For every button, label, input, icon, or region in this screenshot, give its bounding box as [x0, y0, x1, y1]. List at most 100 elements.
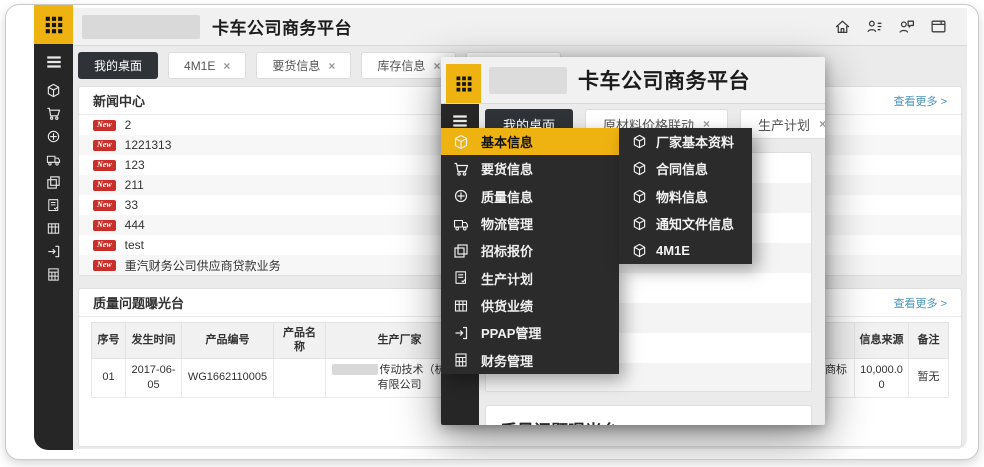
target-icon[interactable]	[46, 129, 61, 144]
truck-icon	[441, 216, 481, 232]
menu-label: 财务管理	[481, 351, 533, 370]
news-text: 重汽财务公司供应商贷款业务	[125, 257, 281, 274]
cube-icon	[632, 189, 647, 204]
cell-info-source: 10,000.00	[855, 358, 909, 398]
submenu-item-factory-basic[interactable]: 厂家基本资料	[619, 128, 752, 155]
target-icon	[441, 188, 481, 204]
menu-item-ppap[interactable]: PPAP管理	[441, 319, 619, 346]
news-text: 211	[125, 178, 144, 192]
menu-label: 要货信息	[481, 159, 533, 178]
export-icon[interactable]	[46, 244, 61, 259]
tab-label: 我的桌面	[94, 57, 142, 74]
popup-quality-panel: 质量问题曝光台	[485, 405, 812, 425]
tab-demand-info[interactable]: 要货信息 ×	[256, 52, 351, 79]
redacted-manufacturer-prefix	[332, 364, 378, 375]
new-badge: New	[93, 200, 116, 211]
column-header: 信息来源	[855, 323, 909, 359]
app-logo[interactable]	[34, 5, 73, 44]
menu-label: 质量信息	[481, 187, 533, 206]
grid-icon	[441, 298, 481, 314]
menu-item-basic-info[interactable]: 基本信息	[441, 128, 619, 155]
window-icon[interactable]	[930, 18, 947, 35]
popup-submenu: 厂家基本资料 合同信息 物料信息 通知文件信息 4M1E	[619, 128, 752, 264]
column-header: 发生时间	[126, 323, 182, 359]
menu-item-quality-info[interactable]: 质量信息	[441, 183, 619, 210]
home-icon[interactable]	[834, 18, 851, 35]
cube-icon	[632, 134, 647, 149]
cube-icon	[632, 243, 647, 258]
news-text: test	[125, 238, 144, 252]
submenu-item-material-info[interactable]: 物料信息	[619, 182, 752, 209]
popup-main-menu: 基本信息 要货信息 质量信息 物流管理 招标报价 生产计划	[441, 128, 619, 374]
menu-label: 基本信息	[481, 132, 533, 151]
submenu-label: 4M1E	[656, 243, 690, 258]
cart-icon[interactable]	[46, 106, 61, 121]
column-header: 产品编号	[182, 323, 274, 359]
menu-item-bidding[interactable]: 招标报价	[441, 237, 619, 264]
submenu-label: 物料信息	[656, 187, 708, 206]
new-badge: New	[93, 220, 116, 231]
menu-item-production-plan[interactable]: 生产计划	[441, 265, 619, 292]
calculator-icon[interactable]	[46, 267, 61, 282]
grid-icon[interactable]	[46, 221, 61, 236]
popup-title: 卡车公司商务平台	[578, 65, 750, 95]
popup-header: 卡车公司商务平台	[441, 57, 825, 104]
submenu-item-notice-files[interactable]: 通知文件信息	[619, 210, 752, 237]
close-icon[interactable]: ×	[328, 60, 335, 72]
submenu-item-4m1e[interactable]: 4M1E	[619, 237, 752, 264]
new-badge: New	[93, 180, 116, 191]
redacted-company-name	[489, 67, 567, 94]
tab-label: 生产计划	[758, 115, 810, 134]
cell-seq: 01	[92, 358, 126, 398]
column-header: 产品名称	[274, 323, 326, 359]
submenu-label: 厂家基本资料	[656, 132, 734, 151]
news-text: 444	[125, 218, 145, 232]
menu-item-demand-info[interactable]: 要货信息	[441, 155, 619, 182]
main-header: 卡车公司商务平台	[73, 8, 967, 46]
doc-check-icon	[441, 270, 481, 286]
submenu-item-contract-info[interactable]: 合同信息	[619, 155, 752, 182]
menu-item-finance[interactable]: 财务管理	[441, 347, 619, 374]
cart-icon	[441, 161, 481, 177]
popup-app-logo[interactable]	[446, 64, 481, 103]
page-title: 卡车公司商务平台	[212, 14, 352, 39]
menu-label: 供货业绩	[481, 296, 533, 315]
menu-item-supply-performance[interactable]: 供货业绩	[441, 292, 619, 319]
copy-icon	[441, 243, 481, 259]
close-icon[interactable]: ×	[223, 60, 230, 72]
tab-4m1e[interactable]: 4M1E ×	[168, 52, 246, 79]
tab-label: 4M1E	[184, 59, 215, 73]
feedback-icon[interactable]	[898, 18, 915, 35]
news-more-link[interactable]: 查看更多 >	[894, 93, 947, 109]
doc-check-icon[interactable]	[46, 198, 61, 213]
cell-product-name	[274, 358, 326, 398]
tab-production-plan[interactable]: 生产计划 ×	[740, 109, 825, 139]
cube-icon	[632, 216, 647, 231]
tab-label: 要货信息	[272, 57, 320, 74]
close-icon[interactable]: ×	[433, 60, 440, 72]
tab-label: 库存信息	[377, 57, 425, 74]
quality-more-link[interactable]: 查看更多 >	[894, 295, 947, 311]
truck-icon[interactable]	[46, 152, 61, 167]
new-badge: New	[93, 260, 116, 271]
new-badge: New	[93, 140, 116, 151]
news-text: 1221313	[125, 138, 172, 152]
redacted-company-name	[82, 15, 200, 39]
news-text: 2	[125, 118, 132, 132]
menu-icon[interactable]	[45, 53, 63, 71]
cube-icon[interactable]	[46, 83, 61, 98]
menu-item-logistics[interactable]: 物流管理	[441, 210, 619, 237]
menu-label: 招标报价	[481, 241, 533, 260]
close-icon[interactable]: ×	[819, 118, 825, 130]
contacts-icon[interactable]	[866, 18, 883, 35]
submenu-label: 通知文件信息	[656, 214, 734, 233]
quality-panel-title: 质量问题曝光台	[93, 293, 184, 312]
new-badge: New	[93, 160, 116, 171]
cell-date: 2017-06-05	[126, 358, 182, 398]
tab-my-desktop[interactable]: 我的桌面	[78, 52, 158, 79]
quality-panel-title: 质量问题曝光台	[500, 422, 619, 425]
news-text: 123	[125, 158, 145, 172]
copy-icon[interactable]	[46, 175, 61, 190]
header-icon-bar	[834, 18, 967, 35]
column-header: 备注	[909, 323, 949, 359]
